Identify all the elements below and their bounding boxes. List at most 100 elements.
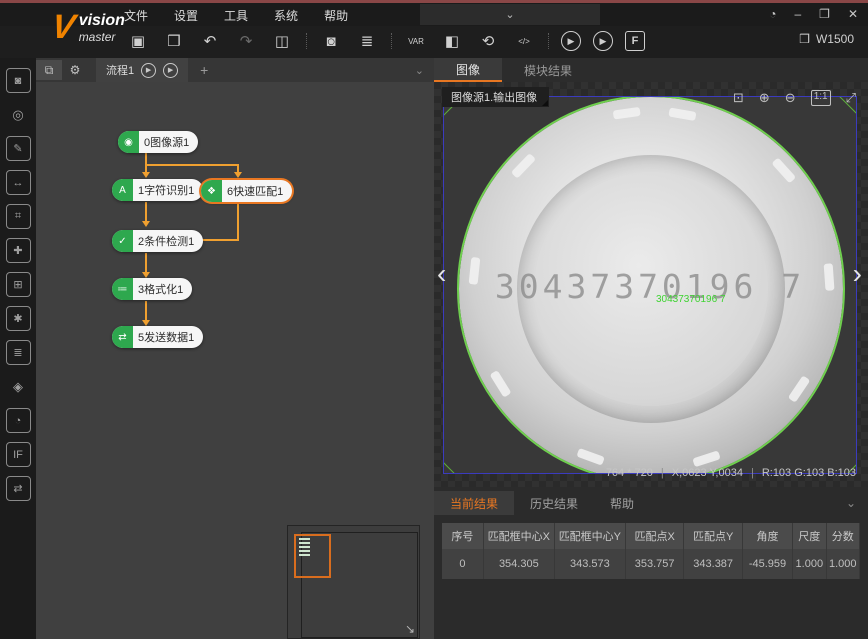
flow-node-fast-match[interactable]: ❖ 6快速匹配1 (201, 180, 292, 202)
cell-scale: 1.000 (793, 549, 826, 579)
col-header-match-y: 匹配点Y (684, 523, 743, 549)
col-header-angle: 角度 (743, 523, 793, 549)
flow-node-label: 1字符识别1 (138, 182, 194, 198)
cell-box-center-x: 354.305 (484, 549, 555, 579)
calibration-icon[interactable]: ◈ (6, 374, 31, 399)
menu-help[interactable]: 帮助 (324, 7, 348, 24)
menu-file[interactable]: 文件 (124, 7, 148, 24)
image-display-area[interactable]: 30437370196 7 30437370196 7 (443, 96, 857, 474)
next-image-arrow[interactable]: › (853, 260, 862, 288)
zoom-out-icon[interactable]: ⊖ (785, 90, 796, 106)
flow-tab[interactable]: 流程1 ▶ ▶ (96, 58, 188, 82)
fit-view-icon[interactable]: ⊡ (733, 90, 744, 106)
run-once-button[interactable]: ▶ (561, 31, 581, 51)
wrench-icon[interactable]: ⚙ (62, 60, 88, 80)
flow-run-loop-button[interactable]: ▶ (163, 63, 178, 78)
image-edit-icon[interactable]: ✎ (6, 136, 31, 161)
tab-history-result[interactable]: 历史结果 (514, 491, 594, 515)
printed-code-text: 30437370196 7 (444, 267, 856, 306)
tab-current-result[interactable]: 当前结果 (434, 491, 514, 515)
open-button[interactable]: ❒ (162, 30, 186, 52)
image-math-icon[interactable]: ⊞ (6, 272, 31, 297)
window-controls: ◔ – ❐ ✕ (769, 7, 858, 21)
flowchart-view-icon[interactable]: ⧉ (36, 60, 62, 80)
restore-button[interactable]: ❐ (819, 7, 830, 21)
toolbar-separator (306, 33, 307, 49)
redo-button[interactable]: ↷ (234, 30, 258, 52)
flow-node-label: 5发送数据1 (138, 329, 194, 345)
image-config-icon[interactable]: ✱ (6, 306, 31, 331)
zoom-in-icon[interactable]: ⊕ (759, 90, 770, 106)
minimap-resize-icon[interactable]: ↘ (405, 622, 415, 636)
variable-button[interactable]: VAR (404, 30, 428, 52)
match-results-table: 序号 匹配框中心X 匹配框中心Y 匹配点X 匹配点Y 角度 尺度 分数 0 35… (442, 523, 860, 579)
target-position-icon[interactable]: ◎ (6, 102, 31, 127)
histogram-icon[interactable]: ≣ (6, 340, 31, 365)
image-source-icon: ◉ (118, 131, 139, 153)
minimize-button[interactable]: – (794, 7, 801, 21)
save-button[interactable]: ▣ (126, 30, 150, 52)
flow-canvas[interactable]: ◉ 0图像源1 A 1字符识别1 ❖ 6快速匹配1 ✓ 2条件检测1 ≔ 3格式… (36, 82, 434, 639)
position-correct-icon[interactable]: ✚ (6, 238, 31, 263)
flow-connector (237, 203, 239, 240)
flow-node-char-recognition[interactable]: A 1字符识别1 (112, 179, 203, 201)
image-source-selector[interactable]: 图像源1.输出图像 (442, 87, 549, 107)
flow-node-send-data[interactable]: ⇄ 5发送数据1 (112, 326, 203, 348)
condition-check-icon: ✓ (112, 230, 133, 252)
send-data-icon: ⇄ (112, 326, 133, 348)
logo-line1: vision (79, 12, 125, 30)
menu-settings[interactable]: 设置 (174, 7, 198, 24)
flow-minimap[interactable]: ↘ (287, 525, 420, 639)
tab-module-result[interactable]: 模块结果 (502, 58, 594, 82)
undo-button[interactable]: ↶ (198, 30, 222, 52)
flow-node-format[interactable]: ≔ 3格式化1 (112, 278, 192, 300)
tab-image[interactable]: 图像 (434, 58, 502, 82)
results-collapse-chevron-icon[interactable]: ⌄ (846, 496, 856, 510)
module-list-button[interactable]: ≣ (355, 30, 379, 52)
prev-image-arrow[interactable]: ‹ (437, 260, 446, 288)
one-to-one-icon[interactable]: 1:1 (811, 90, 831, 106)
flow-arrowhead (234, 172, 242, 178)
focus-region-icon[interactable]: ⌗ (6, 204, 31, 229)
performance-monitor-icon[interactable]: ◔ (769, 7, 776, 21)
maximize-icon[interactable]: ⤢ (846, 90, 856, 106)
close-button[interactable]: ✕ (848, 7, 858, 21)
contrast-button[interactable]: ◧ (440, 30, 464, 52)
pixel-rgb-value: R:103 G:103 B:103 (762, 467, 856, 479)
data-exchange-icon[interactable]: ⇄ (6, 476, 31, 501)
menu-bar: 文件 设置 工具 系统 帮助 (124, 7, 348, 24)
flow-arrowhead (142, 172, 150, 178)
toolbar-separator (548, 33, 549, 49)
stop-flow-button[interactable]: F (625, 31, 645, 51)
menu-tools[interactable]: 工具 (224, 7, 248, 24)
minimap-viewport[interactable] (294, 534, 331, 578)
cell-match-x: 353.757 (626, 549, 685, 579)
camera-button[interactable]: ◙ (319, 30, 343, 52)
camera-source-icon[interactable]: ◙ (6, 68, 31, 93)
flow-node-condition-check[interactable]: ✓ 2条件检测1 (112, 230, 203, 252)
add-flow-button[interactable]: + (200, 62, 208, 78)
flow-collapse-chevron-icon[interactable]: ⌄ (415, 64, 424, 77)
global-refresh-button[interactable]: ⟲ (476, 30, 500, 52)
minimap-node-mark (299, 550, 310, 552)
table-row[interactable]: 0 354.305 343.573 353.757 343.387 -45.95… (442, 549, 860, 579)
flow-node-label: 2条件检测1 (138, 233, 194, 249)
col-header-scale: 尺度 (793, 523, 826, 549)
menu-system[interactable]: 系统 (274, 7, 298, 24)
title-dropdown[interactable]: ⌄ (420, 4, 600, 25)
workspace-selector[interactable]: ❒ W1500 (799, 32, 854, 46)
run-continuous-button[interactable]: ▶ (593, 31, 613, 51)
protect-button[interactable]: ◫ (270, 30, 294, 52)
measure-width-icon[interactable]: ↔ (6, 170, 31, 195)
image-viewer[interactable]: 图像源1.输出图像 ⊡ ⊕ ⊖ 1:1 ⤢ 30437370196 7 3043… (434, 82, 868, 487)
viewer-toolbar: ⊡ ⊕ ⊖ 1:1 ⤢ (733, 90, 856, 106)
script-button[interactable]: </> (512, 30, 536, 52)
results-tab-bar: 当前结果 历史结果 帮助 ⌄ (434, 491, 868, 515)
timer-icon[interactable]: ◔ (6, 408, 31, 433)
flow-node-image-source[interactable]: ◉ 0图像源1 (118, 131, 198, 153)
flow-run-button[interactable]: ▶ (141, 63, 156, 78)
if-logic-icon[interactable]: IF (6, 442, 31, 467)
cell-match-y: 343.387 (684, 549, 743, 579)
flow-node-label: 3格式化1 (138, 281, 183, 297)
tab-help[interactable]: 帮助 (594, 491, 650, 515)
